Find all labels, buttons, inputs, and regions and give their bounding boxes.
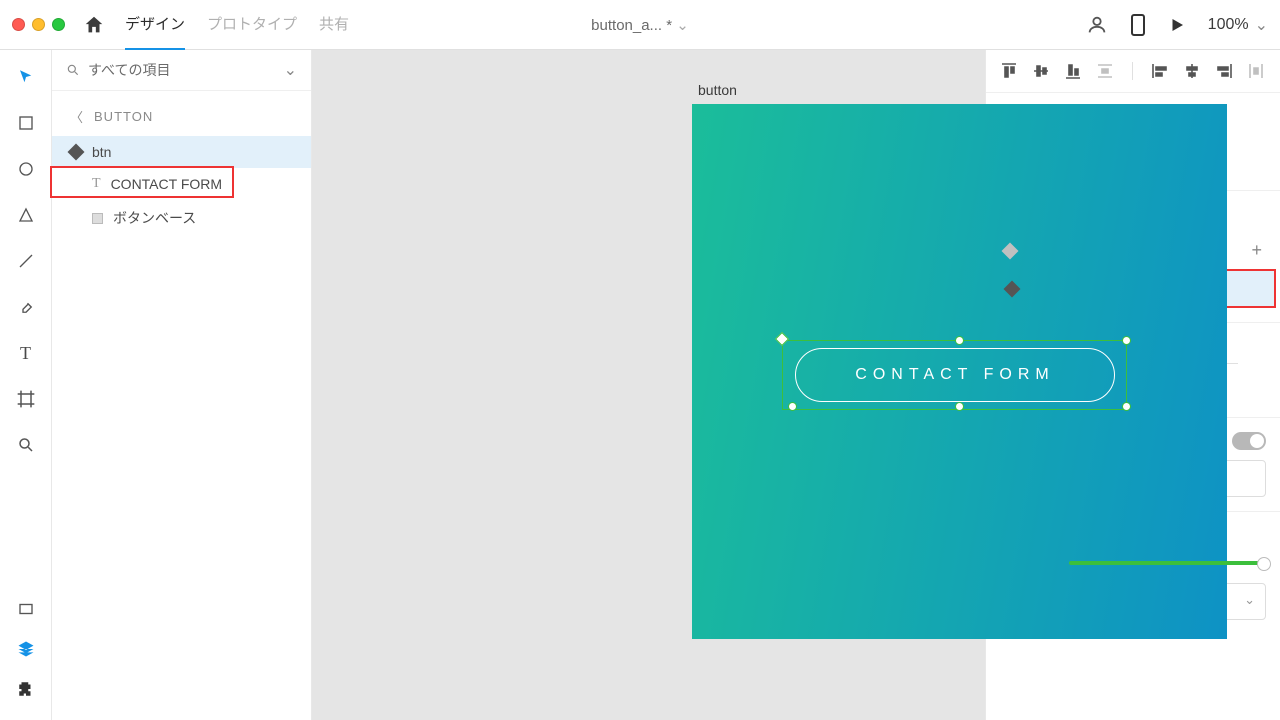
- chevron-down-icon: ⌄: [1244, 592, 1255, 611]
- home-icon[interactable]: [83, 14, 105, 36]
- zoom-control[interactable]: 100% ⌄: [1208, 15, 1268, 35]
- layer-btn[interactable]: btn: [52, 136, 311, 168]
- handle-sw[interactable]: [788, 402, 797, 411]
- artboard-tool-icon[interactable]: [15, 388, 37, 410]
- align-top-icon[interactable]: [1000, 62, 1018, 80]
- artboard-label[interactable]: button: [698, 82, 737, 98]
- layers-panel: すべての項目 ⌄ 〈 BUTTON btn T CONTACT FORM ボタン…: [52, 50, 312, 720]
- triangle-tool-icon[interactable]: [15, 204, 37, 226]
- device-icon[interactable]: [1130, 14, 1146, 36]
- tab-prototype[interactable]: プロトタイプ: [207, 0, 297, 50]
- close-icon[interactable]: [12, 18, 25, 31]
- select-tool-icon[interactable]: [15, 66, 37, 88]
- align-row: [986, 50, 1280, 93]
- opacity-slider[interactable]: [1069, 561, 1266, 565]
- responsive-toggle[interactable]: [1232, 432, 1266, 450]
- tab-share[interactable]: 共有: [319, 0, 349, 50]
- layer-search[interactable]: すべての項目 ⌄: [52, 50, 311, 91]
- rectangle-tool-icon[interactable]: [15, 112, 37, 134]
- align-bottom-icon[interactable]: [1064, 62, 1082, 80]
- handle-n[interactable]: [955, 336, 964, 345]
- window-controls[interactable]: [12, 18, 65, 31]
- assets-icon[interactable]: [15, 598, 37, 620]
- handle-ne[interactable]: [1122, 336, 1131, 345]
- search-icon: [66, 63, 80, 77]
- layer-contact-form[interactable]: T CONTACT FORM: [52, 168, 311, 200]
- back-icon[interactable]: 〈: [70, 107, 84, 126]
- align-vcenter-icon[interactable]: [1032, 62, 1050, 80]
- avatar-icon[interactable]: [1086, 14, 1108, 36]
- align-left-icon[interactable]: [1151, 62, 1169, 80]
- text-icon: T: [92, 176, 101, 192]
- distribute-v-icon[interactable]: [1096, 62, 1114, 80]
- mode-tabs: デザイン プロトタイプ 共有: [125, 0, 349, 50]
- chevron-down-icon[interactable]: ⌄: [284, 60, 297, 80]
- minimize-icon[interactable]: [32, 18, 45, 31]
- button-shape[interactable]: CONTACT FORM: [795, 348, 1115, 402]
- pen-tool-icon[interactable]: [15, 296, 37, 318]
- handle-s[interactable]: [955, 402, 964, 411]
- layer-button-base[interactable]: ボタンベース: [52, 200, 311, 236]
- tab-design[interactable]: デザイン: [125, 0, 185, 50]
- layers-icon[interactable]: [15, 638, 37, 660]
- distribute-h-icon[interactable]: [1247, 62, 1265, 80]
- text-tool-icon[interactable]: T: [15, 342, 37, 364]
- play-icon[interactable]: [1168, 16, 1186, 34]
- ellipse-tool-icon[interactable]: [15, 158, 37, 180]
- layer-breadcrumb[interactable]: 〈 BUTTON: [52, 91, 311, 136]
- rect-icon: [92, 213, 103, 224]
- add-state-icon[interactable]: +: [1251, 240, 1262, 261]
- handle-e[interactable]: [1122, 402, 1131, 411]
- align-right-icon[interactable]: [1215, 62, 1233, 80]
- component-icon: [68, 144, 85, 161]
- line-tool-icon[interactable]: [15, 250, 37, 272]
- align-hcenter-icon[interactable]: [1183, 62, 1201, 80]
- canvas[interactable]: button CONTACT FORM: [312, 50, 985, 720]
- maximize-icon[interactable]: [52, 18, 65, 31]
- plugins-icon[interactable]: [15, 678, 37, 700]
- titlebar: デザイン プロトタイプ 共有 button_a... * ⌄ 100% ⌄: [0, 0, 1280, 50]
- tool-column: T: [0, 50, 52, 720]
- document-title[interactable]: button_a... * ⌄: [591, 16, 689, 34]
- search-placeholder: すべての項目: [88, 60, 276, 80]
- zoom-tool-icon[interactable]: [15, 434, 37, 456]
